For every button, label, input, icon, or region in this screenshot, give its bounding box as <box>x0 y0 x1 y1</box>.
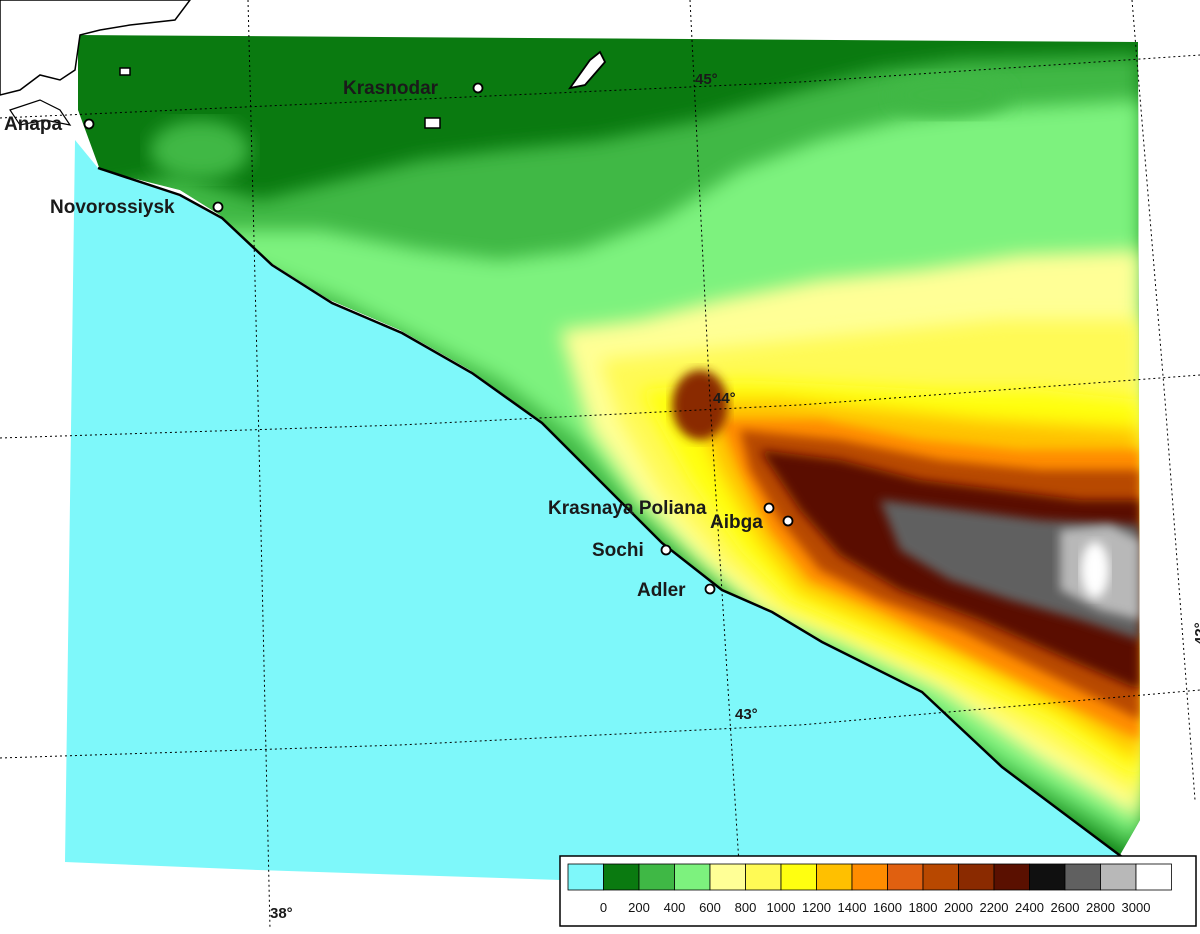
city-marker <box>763 502 775 514</box>
legend-swatch <box>816 863 853 891</box>
legend-swatch <box>922 863 959 891</box>
legend-tick-label: 1000 <box>767 900 796 915</box>
legend-tick-label: 2600 <box>1051 900 1080 915</box>
legend-tick-label: 1800 <box>909 900 938 915</box>
city-marker <box>212 201 224 213</box>
city-label: Adler <box>637 580 686 601</box>
city-label: Aibga <box>710 512 763 533</box>
legend-ticks: 0 200 400 600 800 1000 1200 1400 1600 1800 2000 220… <box>600 900 1151 915</box>
legend-tick-label: 2200 <box>980 900 1009 915</box>
city-label: Krasnodar <box>343 78 439 99</box>
legend-swatch <box>993 863 1030 891</box>
city-marker <box>660 544 672 556</box>
legend-tick-label: 800 <box>735 900 757 915</box>
legend-tick-label: 1400 <box>838 900 867 915</box>
map-canvas: 45° 44° 43° 42° 38° Krasnodar Anapa Novo… <box>0 0 1200 930</box>
legend-swatch <box>887 863 924 891</box>
city-label: Anapa <box>4 114 63 135</box>
legend-tick-label: 1600 <box>873 900 902 915</box>
legend-swatch <box>1029 863 1066 891</box>
city-marker <box>782 515 794 527</box>
legend-swatch <box>603 863 640 891</box>
legend-swatch <box>567 863 604 891</box>
city-label: Novorossiysk <box>50 197 175 218</box>
legend-swatch <box>780 863 817 891</box>
latitude-label-43: 43° <box>735 706 758 723</box>
legend-tick-label: 400 <box>664 900 686 915</box>
legend-tick-label: 200 <box>628 900 650 915</box>
elevation-legend: 0 200 400 600 800 1000 1200 1400 1600 1800 2000 220… <box>559 855 1197 927</box>
legend-swatch <box>674 863 711 891</box>
longitude-label-42: 42° <box>1192 622 1200 645</box>
legend-swatch <box>638 863 675 891</box>
legend-tick-label: 600 <box>699 900 721 915</box>
legend-tick-label: 2800 <box>1086 900 1115 915</box>
legend-tick-label: 3000 <box>1122 900 1151 915</box>
legend-tick-label: 2000 <box>944 900 973 915</box>
elevation-map: 45° 44° 43° 42° 38° Krasnodar Anapa Novo… <box>0 0 1200 930</box>
legend-swatch <box>851 863 888 891</box>
city-marker <box>83 118 95 130</box>
city-marker <box>704 583 716 595</box>
city-marker <box>472 82 484 94</box>
legend-swatches <box>567 863 1172 891</box>
city-label: Sochi <box>592 540 644 561</box>
legend-swatch <box>958 863 995 891</box>
legend-swatch <box>745 863 782 891</box>
legend-swatch <box>1135 863 1172 891</box>
latitude-label-45: 45° <box>695 71 718 88</box>
latitude-label-44: 44° <box>713 390 736 407</box>
city-label: Krasnaya Poliana <box>548 498 707 519</box>
longitude-label-38: 38° <box>270 905 293 922</box>
legend-swatch <box>1100 863 1137 891</box>
legend-tick-label: 2400 <box>1015 900 1044 915</box>
legend-swatch <box>1064 863 1101 891</box>
legend-swatch <box>709 863 746 891</box>
legend-tick-label: 1200 <box>802 900 831 915</box>
legend-tick-label: 0 <box>600 900 607 915</box>
